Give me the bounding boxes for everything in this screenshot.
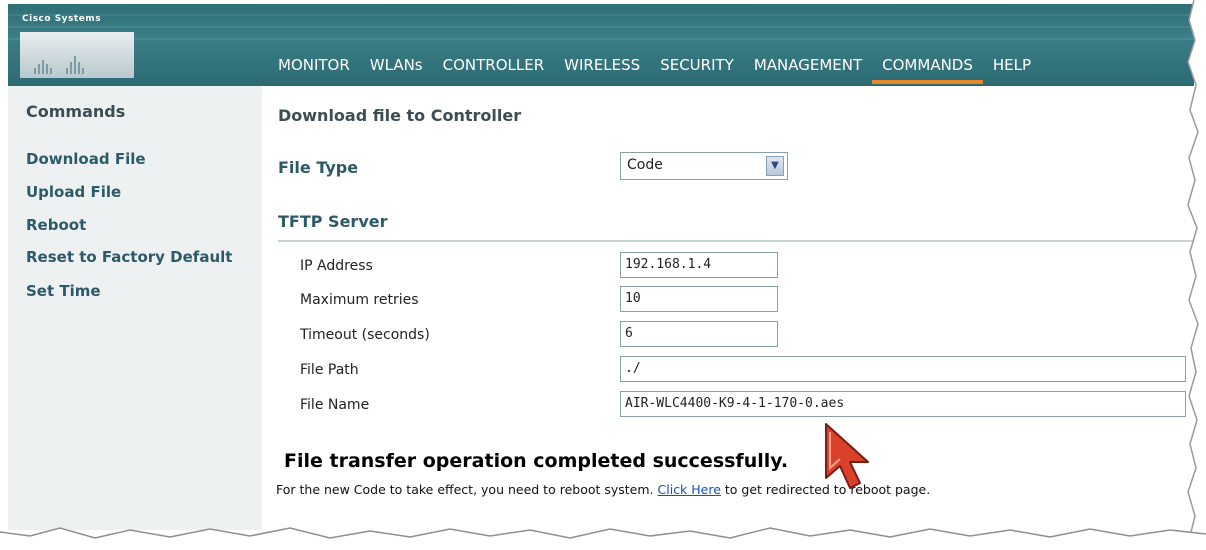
nav-wireless[interactable]: WIRELESS xyxy=(554,54,650,84)
nav-wlans[interactable]: WLANs xyxy=(360,54,433,84)
nav-help[interactable]: HELP xyxy=(983,54,1041,84)
sidebar-item-upload-file[interactable]: Upload File xyxy=(26,183,121,201)
timeout-label: Timeout (seconds) xyxy=(300,327,430,343)
logo-graphic xyxy=(20,32,134,78)
file-name-input[interactable]: AIR-WLC4400-K9-4-1-170-0.aes xyxy=(620,391,1186,417)
max-retries-label: Maximum retries xyxy=(300,292,419,308)
chevron-down-icon[interactable]: ▼ xyxy=(766,156,784,176)
ip-address-label: IP Address xyxy=(300,258,373,274)
nav-security[interactable]: SECURITY xyxy=(650,54,744,84)
torn-edge-bottom xyxy=(0,527,1206,550)
main-nav: MONITOR WLANs CONTROLLER WIRELESS SECURI… xyxy=(268,54,1041,84)
nav-commands[interactable]: COMMANDS xyxy=(872,54,983,84)
section-divider xyxy=(278,240,1194,242)
sidebar-title: Commands xyxy=(26,102,126,121)
timeout-input[interactable]: 6 xyxy=(620,321,778,347)
logo-text: Cisco Systems xyxy=(22,14,102,24)
file-name-label: File Name xyxy=(300,397,370,413)
file-type-select[interactable]: Code ▼ xyxy=(620,152,788,180)
file-path-input[interactable]: ./ xyxy=(620,356,1186,382)
app-window: Cisco Systems MONITOR WLANs CONTROLLER W… xyxy=(0,0,1206,550)
header-bar: Cisco Systems MONITOR WLANs CONTROLLER W… xyxy=(8,4,1194,86)
file-type-value: Code xyxy=(627,157,663,173)
sidebar-item-download-file[interactable]: Download File xyxy=(26,150,146,168)
sidebar-item-reboot[interactable]: Reboot xyxy=(26,216,86,234)
file-path-label: File Path xyxy=(300,362,359,378)
cisco-logo-icon: Cisco Systems xyxy=(20,12,134,78)
nav-monitor[interactable]: MONITOR xyxy=(268,54,360,84)
max-retries-input[interactable]: 10 xyxy=(620,286,778,312)
tftp-section-title: TFTP Server xyxy=(278,212,388,231)
nav-controller[interactable]: CONTROLLER xyxy=(433,54,555,84)
file-type-label: File Type xyxy=(278,158,359,177)
main-content: Download file to Controller File Type Co… xyxy=(262,86,1194,530)
nav-management[interactable]: MANAGEMENT xyxy=(744,54,872,84)
sidebar: Commands Download File Upload File Reboo… xyxy=(8,86,262,530)
success-message: File transfer operation completed succes… xyxy=(284,450,789,472)
note-text-before: For the new Code to take effect, you nee… xyxy=(276,482,658,497)
torn-edge-right xyxy=(1186,0,1206,550)
mouse-pointer-icon xyxy=(825,423,869,489)
click-here-link[interactable]: Click Here xyxy=(658,482,721,497)
sidebar-item-reset-factory-default[interactable]: Reset to Factory Default xyxy=(26,248,232,266)
sidebar-item-set-time[interactable]: Set Time xyxy=(26,282,101,300)
page-title: Download file to Controller xyxy=(278,106,522,125)
ip-address-input[interactable]: 192.168.1.4 xyxy=(620,252,778,278)
